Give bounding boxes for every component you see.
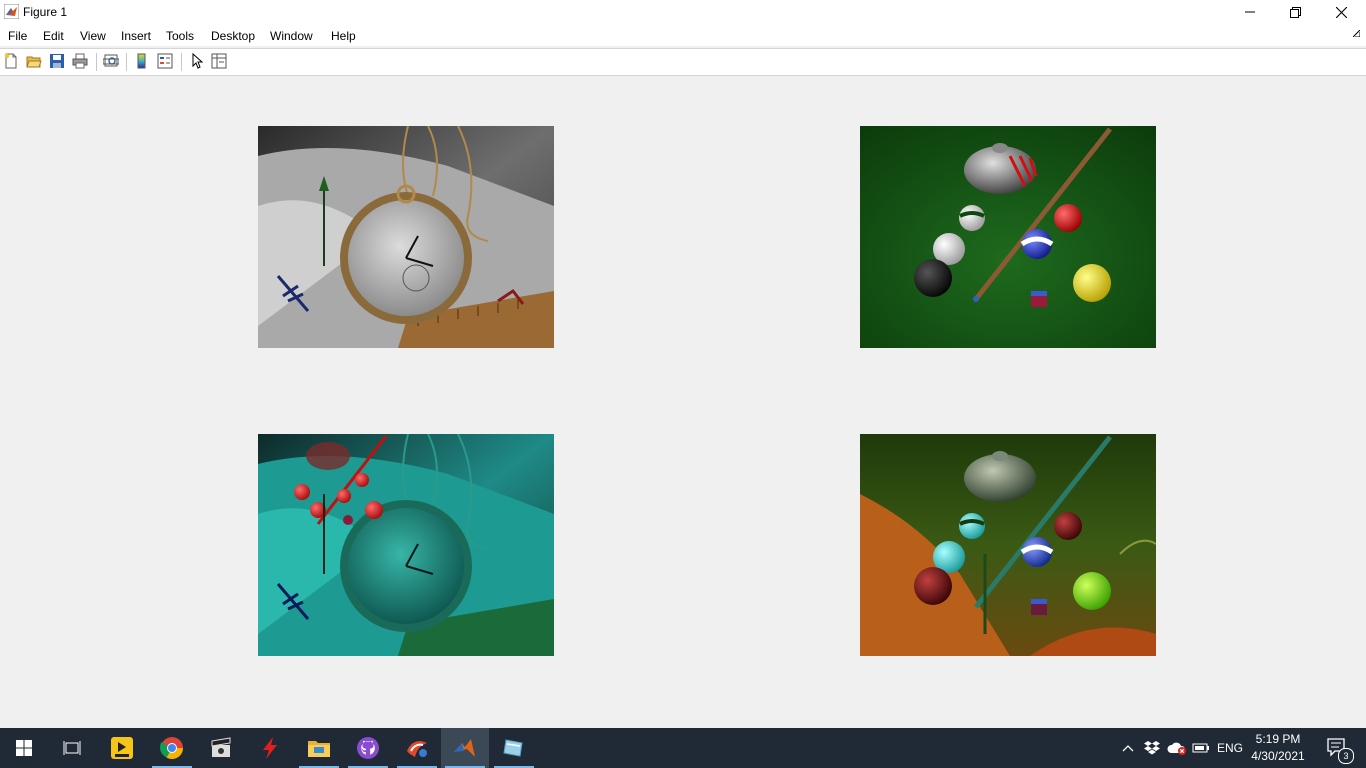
- task-view-icon: [63, 741, 81, 755]
- close-button[interactable]: [1318, 0, 1364, 24]
- matlab-logo-icon: [4, 4, 19, 19]
- menu-file[interactable]: File: [8, 29, 27, 43]
- window-app-icon: [503, 739, 523, 757]
- property-inspector-icon[interactable]: [211, 53, 227, 69]
- github-desktop-icon: [357, 737, 379, 759]
- taskbar-potplayer[interactable]: [98, 728, 146, 768]
- image-pocket-watch-blended-cyan[interactable]: [258, 434, 554, 656]
- taskbar-app[interactable]: [393, 728, 441, 768]
- save-icon[interactable]: [49, 53, 65, 69]
- minimize-button[interactable]: [1227, 0, 1273, 24]
- taskbar-matlab[interactable]: [441, 728, 489, 768]
- app-icon: [407, 741, 427, 757]
- image-pool-balls-original[interactable]: [860, 126, 1156, 348]
- start-button[interactable]: [0, 728, 48, 768]
- dropbox-icon: [1144, 741, 1160, 755]
- menu-bar: File Edit View Insert Tools Desktop Wind…: [0, 24, 1366, 46]
- tray-onedrive-error[interactable]: [1166, 728, 1188, 768]
- taskbar: ENG 5:19 PM 4/30/2021 3: [0, 728, 1366, 768]
- toolbar-separator: [96, 53, 97, 71]
- menu-desktop[interactable]: Desktop: [211, 29, 255, 43]
- open-file-icon[interactable]: [26, 53, 42, 69]
- taskbar-github-desktop[interactable]: [344, 728, 392, 768]
- menu-edit[interactable]: Edit: [43, 29, 64, 43]
- window-title: Figure 1: [23, 5, 68, 19]
- clock-date: 4/30/2021: [1251, 749, 1305, 763]
- matlab-icon: [454, 739, 475, 757]
- potplayer-icon: [111, 737, 133, 759]
- title-bar: Figure 1: [0, 0, 1366, 24]
- file-explorer-icon: [308, 741, 330, 757]
- input-language[interactable]: ENG: [1214, 728, 1246, 768]
- legend-icon[interactable]: [157, 53, 173, 69]
- cloud-error-icon: [1167, 742, 1186, 755]
- new-figure-icon[interactable]: [3, 53, 19, 69]
- taskbar-video-editor[interactable]: [197, 728, 245, 768]
- video-editor-icon: [211, 737, 231, 757]
- restore-icon: [1289, 6, 1301, 18]
- taskbar-file-explorer[interactable]: [295, 728, 343, 768]
- menu-window[interactable]: Window: [270, 29, 313, 43]
- tray-battery[interactable]: [1190, 728, 1212, 768]
- image-pocket-watch-original[interactable]: [258, 126, 554, 348]
- menu-tools[interactable]: Tools: [166, 29, 194, 43]
- taskbar-window-app[interactable]: [490, 728, 538, 768]
- show-hidden-icons-button[interactable]: [1120, 728, 1136, 768]
- flash-icon: [263, 737, 277, 759]
- battery-plug-icon: [1192, 743, 1209, 753]
- toolbar-separator: [181, 53, 182, 71]
- menu-insert[interactable]: Insert: [121, 29, 151, 43]
- taskbar-chrome[interactable]: [148, 728, 196, 768]
- notification-count-badge: 3: [1338, 748, 1354, 764]
- edit-plot-arrow-icon[interactable]: [189, 53, 205, 69]
- print-preview-icon[interactable]: [103, 53, 119, 69]
- image-pool-balls-blended-orange[interactable]: [860, 434, 1156, 656]
- figure-canvas: [0, 76, 1366, 728]
- toolbar-separator: [126, 53, 127, 71]
- toolbar: [0, 48, 1366, 76]
- clock-time: 5:19 PM: [1255, 732, 1301, 746]
- menu-help[interactable]: Help: [331, 29, 356, 43]
- minimize-icon: [1245, 11, 1255, 13]
- print-icon[interactable]: [72, 53, 88, 69]
- taskbar-flash[interactable]: [246, 728, 294, 768]
- colorbar-icon[interactable]: [134, 53, 150, 69]
- start-icon: [16, 740, 32, 756]
- chevron-up-icon: [1122, 745, 1134, 752]
- task-view-button[interactable]: [48, 728, 96, 768]
- action-center-button[interactable]: 3: [1318, 728, 1358, 768]
- close-icon: [1335, 6, 1347, 18]
- menu-view[interactable]: View: [80, 29, 106, 43]
- taskbar-clock[interactable]: 5:19 PM 4/30/2021: [1246, 731, 1310, 765]
- chrome-icon: [160, 737, 183, 759]
- tray-dropbox[interactable]: [1142, 728, 1162, 768]
- dock-arrow-icon[interactable]: [1353, 30, 1360, 37]
- restore-button[interactable]: [1272, 0, 1318, 24]
